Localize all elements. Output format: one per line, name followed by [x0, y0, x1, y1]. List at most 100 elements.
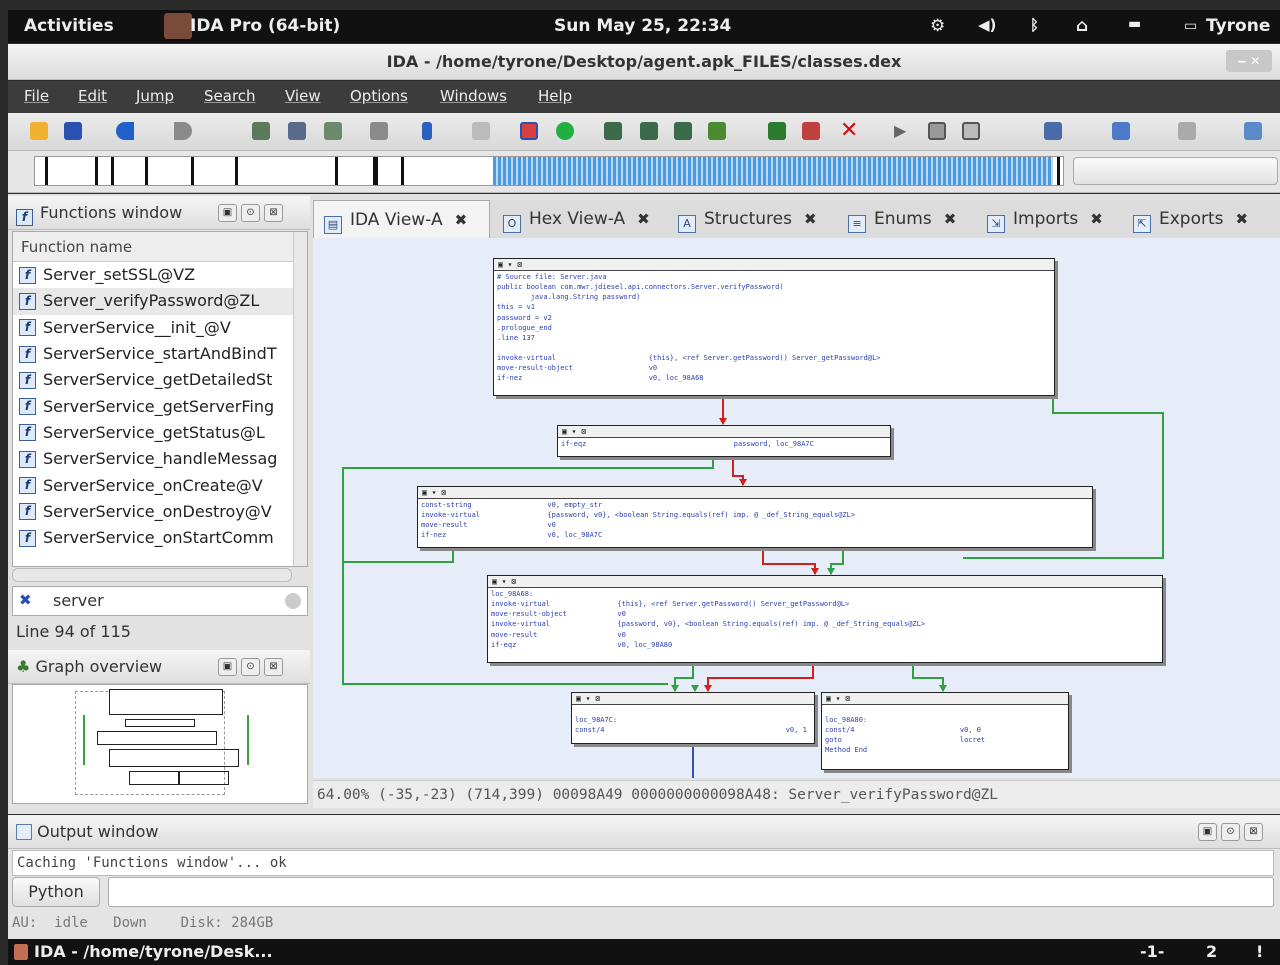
find-text-icon[interactable]	[252, 122, 270, 140]
float-icon[interactable]: ⊙	[241, 658, 260, 676]
code-block-node[interactable]: ▣ ▾ ⊠ loc_98A80: const/4 v0, 0 goto locr…	[821, 692, 1069, 770]
clear-search-icon[interactable]	[285, 593, 301, 609]
toolbar-action-icon[interactable]	[1244, 122, 1262, 140]
function-item-selected[interactable]: f Server_verifyPassword@ZL	[13, 288, 307, 315]
function-item[interactable]: f ServerService_getStatus@L	[13, 420, 307, 446]
function-item[interactable]: f Server_setSSL@VZ	[13, 262, 307, 288]
graph-overview-icon: ♣	[16, 657, 31, 676]
menu-edit[interactable]: Edit	[78, 87, 107, 105]
back-icon[interactable]	[116, 122, 134, 140]
workspace-indicator[interactable]: -1-	[1140, 942, 1164, 961]
navigation-band[interactable]	[34, 156, 1064, 186]
function-item[interactable]: f ServerService_onDestroy@V	[13, 499, 307, 525]
toolbar-action-icon[interactable]	[768, 122, 786, 140]
menu-jump[interactable]: Jump	[136, 87, 174, 105]
horizontal-scrollbar[interactable]	[12, 568, 292, 582]
run-green-icon[interactable]	[556, 122, 574, 140]
graph-view[interactable]: ▣ ▾ ⊠ # Source file: Server.java public …	[313, 238, 1280, 778]
toolbar-action-icon[interactable]	[674, 122, 692, 140]
graph-overview[interactable]	[12, 684, 308, 804]
volume-icon[interactable]: ◀)	[978, 16, 996, 34]
close-tab-icon[interactable]: ✖	[455, 201, 468, 239]
menu-options[interactable]: Options	[350, 87, 408, 105]
maximize-icon[interactable]: ▣	[1198, 823, 1217, 841]
tab-exports[interactable]: ⇱ Exports ✖	[1123, 200, 1248, 238]
menu-help[interactable]: Help	[538, 87, 572, 105]
close-tab-icon[interactable]: ✖	[944, 200, 957, 238]
menu-windows[interactable]: Windows	[440, 87, 507, 105]
xrefs-icon[interactable]	[472, 122, 490, 140]
pause-icon[interactable]	[928, 122, 946, 140]
user-menu[interactable]: Tyrone	[1206, 16, 1270, 36]
toolbar-action-icon[interactable]	[802, 122, 820, 140]
function-item[interactable]: f ServerService_handleMessag	[13, 446, 307, 472]
close-icon[interactable]: ⊠	[1244, 823, 1263, 841]
jump-down-icon[interactable]	[422, 122, 432, 140]
bluetooth-icon[interactable]: ᛒ	[1030, 16, 1039, 34]
navigation-combo[interactable]	[1073, 157, 1278, 185]
toolbar-action-icon[interactable]	[640, 122, 658, 140]
start-process-icon[interactable]: ▶	[894, 122, 912, 140]
open-icon[interactable]	[30, 122, 48, 140]
float-icon[interactable]: ⊙	[1221, 823, 1240, 841]
code-block-node[interactable]: ▣ ▾ ⊠ loc_98A7C: const/4 v0, 1	[571, 692, 815, 744]
save-icon[interactable]	[64, 122, 82, 140]
forward-icon[interactable]	[174, 122, 192, 140]
find-binary-icon[interactable]	[288, 122, 306, 140]
function-item[interactable]: f ServerService_onCreate@V	[13, 472, 307, 498]
toolbar-action-icon[interactable]	[1112, 122, 1130, 140]
close-icon[interactable]: ⊠	[264, 658, 283, 676]
accessibility-icon[interactable]: ⚙	[930, 16, 945, 36]
tab-hex-view-a[interactable]: O Hex View-A ✖	[493, 200, 650, 238]
toolbar-action-icon[interactable]	[1044, 122, 1062, 140]
tab-ida-view-a[interactable]: ▤ IDA View-A ✖	[313, 200, 490, 238]
tab-imports[interactable]: ⇲ Imports ✖	[977, 200, 1103, 238]
workspace-2[interactable]: 2	[1206, 942, 1217, 961]
toolbar-action-icon[interactable]	[708, 122, 726, 140]
network-icon[interactable]: ⌂	[1076, 16, 1088, 36]
function-item[interactable]: f ServerService__init_@V	[13, 315, 307, 341]
close-icon[interactable]: ⊠	[264, 204, 283, 222]
python-button[interactable]: Python	[12, 877, 100, 907]
close-tab-icon[interactable]: ✖	[637, 200, 650, 238]
activities-button[interactable]: Activities	[24, 16, 114, 36]
clock[interactable]: Sun May 25, 22:34	[554, 16, 731, 36]
battery-icon[interactable]: ▬	[1128, 16, 1141, 32]
column-header[interactable]: Function name	[13, 232, 307, 262]
code-block-node[interactable]: ▣ ▾ ⊠ if-eqz password, loc_98A7C	[557, 425, 891, 457]
window-controls[interactable]: ‒ ✕	[1226, 50, 1272, 72]
menu-file[interactable]: File	[24, 87, 49, 105]
menu-view[interactable]: View	[285, 87, 321, 105]
function-item[interactable]: f ServerService_onStartComm	[13, 525, 307, 551]
vertical-scrollbar[interactable]	[293, 232, 307, 566]
toolbar-action-icon[interactable]	[1178, 122, 1196, 140]
close-tab-icon[interactable]: ✖	[1090, 200, 1103, 238]
function-item[interactable]: f ServerService_getServerFing	[13, 393, 307, 419]
close-tab-icon[interactable]: ✖	[1236, 200, 1249, 238]
float-icon[interactable]: ⊙	[241, 204, 260, 222]
output-log[interactable]: Caching 'Functions window'... ok	[12, 850, 1274, 876]
stop-icon[interactable]	[962, 122, 980, 140]
toolbar-action-icon[interactable]	[604, 122, 622, 140]
function-search[interactable]: ✖ server	[12, 586, 308, 616]
code-block-node[interactable]: ▣ ▾ ⊠ loc_98A68: invoke-virtual {this}, …	[487, 575, 1163, 663]
code-block-node[interactable]: ▣ ▾ ⊠ const-string v0, empty_str invoke-…	[417, 486, 1093, 548]
delete-icon[interactable]: ✕	[840, 120, 858, 142]
maximize-icon[interactable]: ▣	[218, 204, 237, 222]
code-block-node[interactable]: ▣ ▾ ⊠ # Source file: Server.java public …	[493, 258, 1055, 396]
notification-indicator[interactable]: !	[1256, 942, 1263, 961]
close-tab-icon[interactable]: ✖	[804, 200, 817, 238]
find-immediate-icon[interactable]	[324, 122, 342, 140]
app-menu[interactable]: IDA Pro (64-bit)	[190, 16, 340, 36]
tab-structures[interactable]: A Structures ✖	[668, 200, 817, 238]
maximize-icon[interactable]: ▣	[218, 658, 237, 676]
search-input[interactable]: server	[53, 591, 104, 610]
python-command-input[interactable]	[108, 877, 1274, 907]
graph-icon[interactable]	[520, 122, 538, 140]
function-item[interactable]: f ServerService_startAndBindT	[13, 341, 307, 367]
function-item[interactable]: f ServerService_getDetailedSt	[13, 367, 307, 393]
tab-enums[interactable]: ≡ Enums ✖	[838, 200, 956, 238]
find-next-icon[interactable]	[370, 122, 388, 140]
taskbar-task[interactable]: IDA - /home/tyrone/Desk...	[34, 942, 273, 961]
menu-search[interactable]: Search	[204, 87, 256, 105]
